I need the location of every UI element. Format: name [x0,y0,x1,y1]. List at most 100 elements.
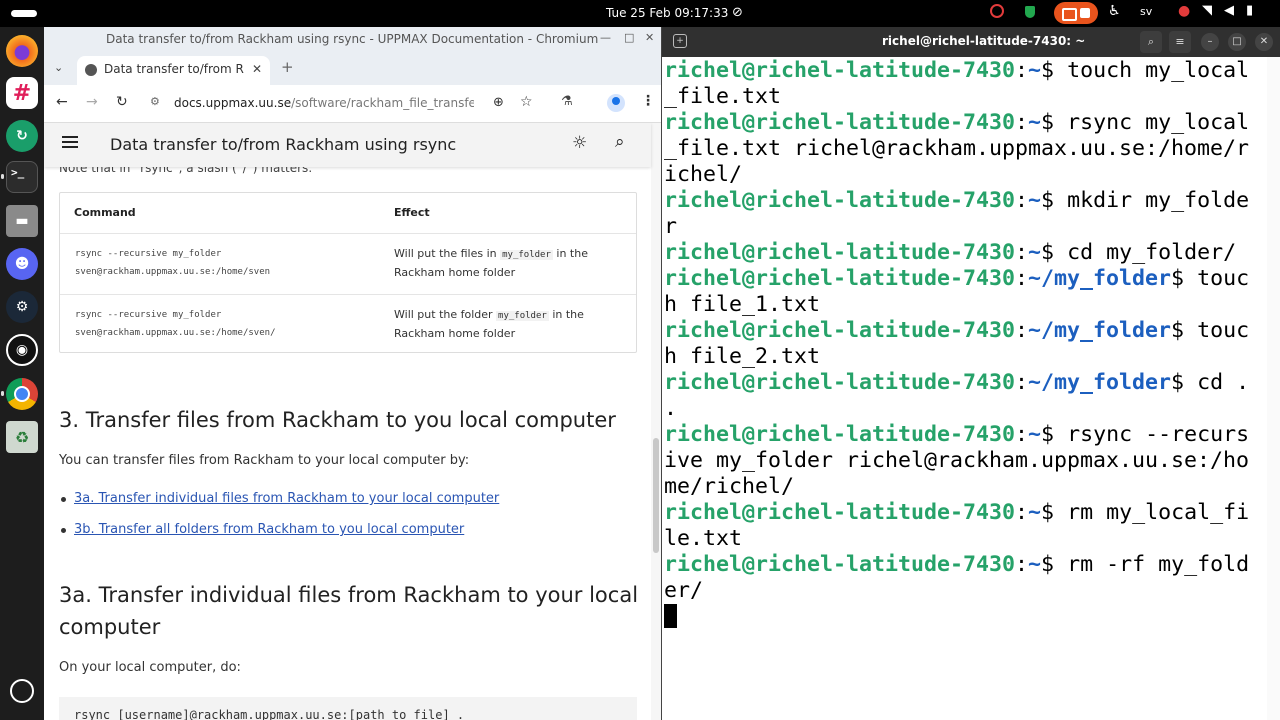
steam-icon[interactable]: ⚙ [6,291,38,323]
scrollbar-thumb[interactable] [653,438,659,553]
prompt-user: richel@richel-latitude-7430 [664,370,1016,395]
terminal-continuation-line: h file_1.txt [664,292,1266,318]
tab-title: Data transfer to/from Ra [104,62,244,76]
prompt-separator: : [1015,110,1029,135]
command-text: cd my_folder/ [1067,240,1237,265]
back-icon[interactable]: ← [56,94,68,110]
terminal-scrollbar[interactable] [1267,57,1280,720]
obs-icon[interactable]: ◉ [6,334,38,366]
effect-text: Will put the files in [394,247,501,260]
terminal-search-icon[interactable]: ⌕ [1140,31,1162,53]
terminal-continuation-line: _file.txt [664,84,1266,110]
prompt-separator: : [1015,318,1029,343]
code-block[interactable]: rsync [username]@rackham.uppmax.uu.se:[p… [59,697,637,720]
accessibility-icon[interactable]: ♿ [1108,3,1121,19]
battery-icon[interactable]: ▮ [1246,3,1253,18]
command-text: ichel/ [664,162,743,187]
chromium-icon[interactable] [6,378,38,410]
wifi-icon[interactable]: ◥ [1202,3,1212,18]
link-3b[interactable]: 3b. Transfer all folders from Rackham to… [60,522,464,537]
command-text: ive my_folder richel@rackham.uppmax.uu.s… [664,448,1250,473]
more-menu-icon[interactable]: ⋮ [641,93,655,109]
terminal-title: richel@richel-latitude-7430: ~ [882,34,1086,48]
hamburger-menu-icon[interactable] [62,136,78,148]
command-text: _file.txt [664,84,782,109]
site-info-icon[interactable]: ⚙ [150,95,160,108]
new-terminal-tab-icon[interactable]: + [673,34,687,48]
theme-toggle-icon[interactable]: ☼ [572,133,587,153]
terminal-prompt-line: richel@richel-latitude-7430:~$ mkdir my_… [664,188,1266,214]
terminal-continuation-line: . [664,396,1266,422]
reload-icon[interactable]: ↻ [116,94,128,110]
table-header-effect: Effect [394,206,430,219]
command-text: h file_2.txt [664,344,821,369]
discord-icon[interactable]: ☻ [6,248,38,280]
terminal-output[interactable]: richel@richel-latitude-7430:~$ touch my_… [664,57,1266,720]
slack-icon[interactable] [6,77,38,109]
microphone-icon[interactable]: ● [1178,3,1190,19]
shield-icon[interactable] [1025,6,1035,18]
address-bar[interactable]: ⚙ docs.uppmax.uu.se/software/rackham_fil… [150,90,533,118]
prompt-symbol: $ [1041,110,1068,135]
tab-active[interactable]: Data transfer to/from Ra ✕ [77,56,270,85]
tab-close-icon[interactable]: ✕ [252,62,262,76]
labs-flask-icon[interactable]: ⚗ [561,94,573,109]
prompt-separator: : [1015,552,1029,577]
sync-icon[interactable]: ↻ [6,120,38,152]
terminal-maximize-icon[interactable]: □ [1228,33,1246,51]
prompt-separator: : [1015,266,1029,291]
prompt-symbol: $ [1041,240,1068,265]
screen-share-icon[interactable] [1054,2,1098,24]
search-icon[interactable]: ⌕ [615,132,625,152]
terminal-menu-icon[interactable]: ≡ [1169,31,1191,53]
terminal-prompt-line: richel@richel-latitude-7430:~/my_folder$… [664,370,1266,396]
prompt-path: ~ [1028,500,1042,525]
page-scrollbar[interactable] [651,123,661,720]
bookmark-star-icon[interactable]: ☆ [520,94,533,110]
screen-recorder-icon[interactable] [990,4,1004,18]
terminal-titlebar[interactable]: + richel@richel-latitude-7430: ~ ⌕ ≡ – □… [662,27,1280,57]
terminal-prompt-line: richel@richel-latitude-7430:~$ rm -rf my… [664,552,1266,578]
link-3a[interactable]: 3a. Transfer individual files from Rackh… [60,491,499,506]
doc-title[interactable]: Data transfer to/from Rackham using rsyn… [110,135,456,154]
zoom-icon[interactable]: ⊕ [493,95,504,110]
command-text: cd . [1197,370,1250,395]
prompt-symbol: $ [1171,266,1198,291]
browser-titlebar[interactable]: Data transfer to/from Rackham using rsyn… [44,27,661,53]
firefox-icon[interactable] [6,35,38,67]
profile-avatar-icon[interactable] [607,94,625,112]
trash-icon[interactable]: ♻ [6,421,38,453]
show-apps-icon[interactable] [10,679,34,703]
command-text: rm -rf my_fold [1067,552,1250,577]
prompt-user: richel@richel-latitude-7430 [664,422,1016,447]
new-tab-icon[interactable]: + [281,58,294,76]
terminal-window: + richel@richel-latitude-7430: ~ ⌕ ≡ – □… [661,27,1280,720]
files-icon[interactable]: ▬ [6,205,38,237]
url-path: /software/rackham_file_transfer_usi... [291,96,474,110]
clock[interactable]: Tue 25 Feb 09:17:33 [606,6,728,20]
activities-button[interactable] [11,10,37,17]
command-text: me/richel/ [664,474,795,499]
terminal-close-icon[interactable]: ✕ [1255,33,1273,51]
prompt-path: ~/my_folder [1028,370,1172,395]
prompt-user: richel@richel-latitude-7430 [664,58,1016,83]
close-icon[interactable]: ✕ [645,31,654,44]
forward-icon[interactable]: → [86,94,98,110]
prompt-user: richel@richel-latitude-7430 [664,240,1016,265]
url-text[interactable]: docs.uppmax.uu.se/software/rackham_file_… [174,96,474,110]
volume-icon[interactable]: ◀ [1224,3,1234,18]
command-text: rm my_local_fi [1067,500,1250,525]
prompt-separator: : [1015,370,1029,395]
terminal-prompt-line: richel@richel-latitude-7430:~$ cd my_fol… [664,240,1266,266]
tab-search-icon[interactable]: ⌄ [54,61,63,74]
table-row: rsync --recursive my_folder sven@rackham… [60,233,636,294]
keyboard-layout-indicator[interactable]: sv [1140,5,1152,18]
minimize-icon[interactable]: — [600,31,611,44]
terminal-icon[interactable]: >_ [6,161,38,193]
prompt-user: richel@richel-latitude-7430 [664,500,1016,525]
maximize-icon[interactable]: □ [624,31,634,44]
dock: ↻ >_ ▬ ☻ ⚙ ◉ ♻ [0,27,44,720]
terminal-minimize-icon[interactable]: – [1201,33,1219,51]
prompt-symbol: $ [1171,318,1198,343]
top-bar: Tue 25 Feb 09:17:33 ⊘ ♿ sv ● ◥ ◀ ▮ [0,0,1280,27]
